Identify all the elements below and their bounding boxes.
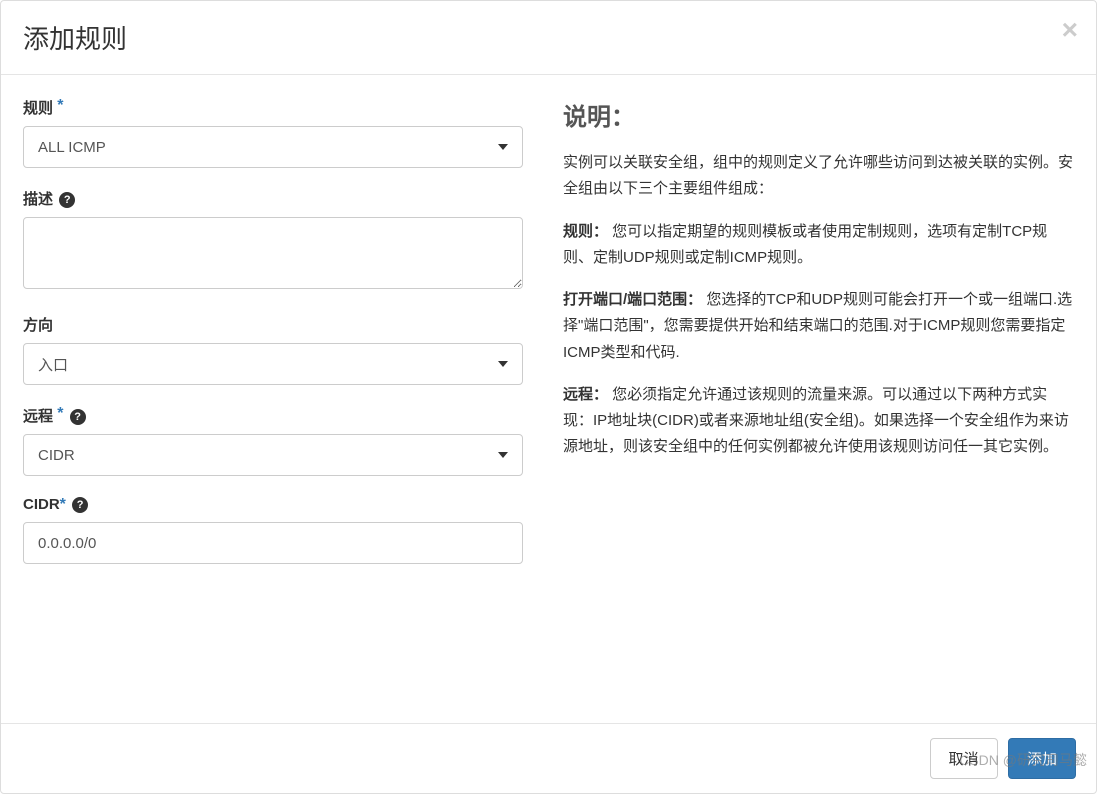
close-icon[interactable]: ×: [1062, 16, 1078, 44]
modal-body: 规则 * ALL ICMP 描述 ? 方向: [1, 75, 1096, 723]
rule-group: 规则 * ALL ICMP: [23, 97, 523, 168]
description-column: 说明： 实例可以关联安全组，组中的规则定义了允许哪些访问到达被关联的实例。安全组…: [563, 97, 1074, 701]
direction-label-text: 方向: [23, 317, 53, 334]
help-icon[interactable]: ?: [72, 497, 88, 513]
rule-label-text: 规则: [23, 100, 53, 117]
remote-label: 远程 * ?: [23, 405, 523, 426]
description-port-label: 打开端口/端口范围：: [563, 291, 702, 308]
rule-select[interactable]: ALL ICMP: [23, 126, 523, 168]
chevron-down-icon: [498, 144, 508, 150]
description-rule: 规则： 您可以指定期望的规则模板或者使用定制规则，选项有定制TCP规则、定制UD…: [563, 219, 1074, 272]
modal-title: 添加规则: [23, 19, 1074, 56]
required-star-icon: *: [57, 405, 63, 422]
direction-label: 方向: [23, 314, 523, 335]
description-label: 描述 ?: [23, 188, 523, 209]
description-rule-label: 规则：: [563, 223, 608, 240]
cidr-group: CIDR* ?: [23, 496, 523, 564]
description-remote-text: 您必须指定允许通过该规则的流量来源。可以通过以下两种方式实现：IP地址块(CID…: [563, 386, 1069, 456]
rule-label: 规则 *: [23, 97, 523, 118]
description-intro: 实例可以关联安全组，组中的规则定义了允许哪些访问到达被关联的实例。安全组由以下三…: [563, 150, 1074, 203]
modal-header: 添加规则 ×: [1, 1, 1096, 75]
remote-select-value: CIDR: [38, 447, 75, 464]
description-textarea[interactable]: [23, 217, 523, 289]
required-star-icon: *: [60, 496, 66, 513]
description-label-text: 描述: [23, 191, 53, 208]
add-button[interactable]: 添加: [1008, 738, 1076, 779]
description-remote: 远程： 您必须指定允许通过该规则的流量来源。可以通过以下两种方式实现：IP地址块…: [563, 382, 1074, 461]
description-rule-text: 您可以指定期望的规则模板或者使用定制规则，选项有定制TCP规则、定制UDP规则或…: [563, 223, 1047, 266]
required-star-icon: *: [57, 97, 63, 114]
description-port: 打开端口/端口范围： 您选择的TCP和UDP规则可能会打开一个或一组端口.选择"…: [563, 287, 1074, 366]
help-icon[interactable]: ?: [70, 409, 86, 425]
modal-footer: 取消 添加: [1, 723, 1096, 793]
form-column: 规则 * ALL ICMP 描述 ? 方向: [23, 97, 523, 701]
direction-select-value: 入口: [38, 354, 68, 375]
chevron-down-icon: [498, 452, 508, 458]
remote-group: 远程 * ? CIDR: [23, 405, 523, 476]
description-remote-label: 远程：: [563, 386, 608, 403]
description-group: 描述 ?: [23, 188, 523, 294]
cidr-label: CIDR* ?: [23, 496, 523, 514]
remote-select[interactable]: CIDR: [23, 434, 523, 476]
chevron-down-icon: [498, 361, 508, 367]
remote-label-text: 远程: [23, 408, 53, 425]
direction-group: 方向 入口: [23, 314, 523, 385]
cancel-button[interactable]: 取消: [930, 738, 998, 779]
cidr-input[interactable]: [23, 522, 523, 564]
help-icon[interactable]: ?: [59, 192, 75, 208]
description-title: 说明：: [563, 97, 1074, 132]
add-rule-modal: 添加规则 × 规则 * ALL ICMP 描述 ?: [0, 0, 1097, 794]
direction-select[interactable]: 入口: [23, 343, 523, 385]
cidr-label-text: CIDR: [23, 496, 60, 513]
rule-select-value: ALL ICMP: [38, 139, 106, 156]
